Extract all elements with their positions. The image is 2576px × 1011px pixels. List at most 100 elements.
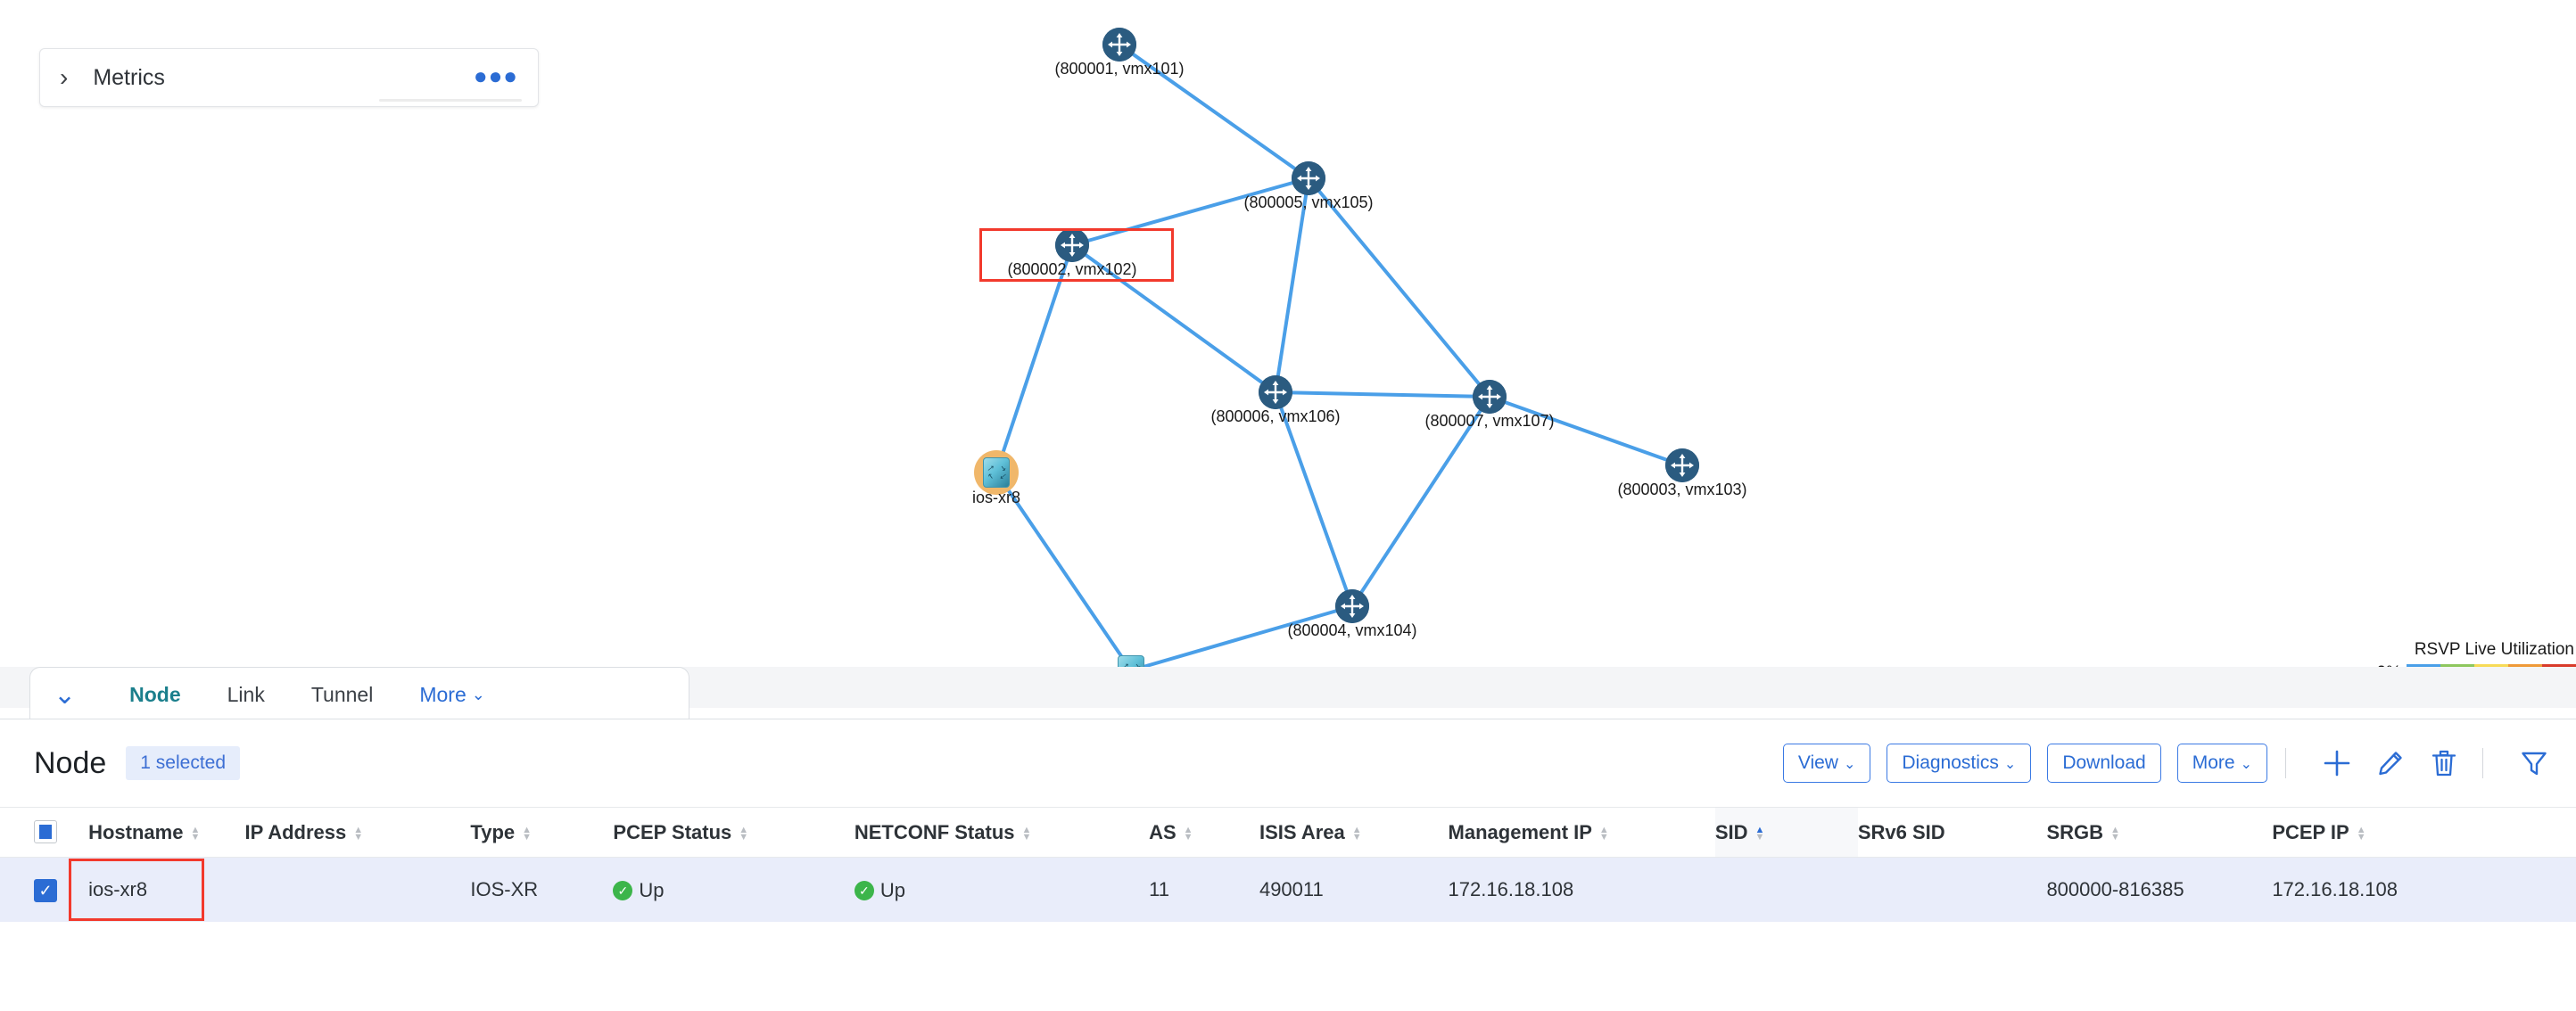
diagnostics-button[interactable]: Diagnostics⌄ (1887, 744, 2031, 783)
column-header-pcep-status[interactable]: PCEP Status ▲▼ (613, 808, 854, 858)
column-header-label: SRv6 SID (1858, 821, 1945, 843)
column-header-as[interactable]: AS ▲▼ (1149, 808, 1259, 858)
topology-node-800001-vmx101[interactable]: (800001, vmx101) (1102, 28, 1136, 62)
select-all-checkbox[interactable] (34, 820, 57, 843)
cell-hostname: ios-xr8 (88, 858, 244, 923)
tab-link[interactable]: Link (204, 668, 288, 723)
chevron-down-icon: ⌄ (1844, 757, 1855, 772)
column-header-label: Management IP (1449, 821, 1592, 843)
column-header-hostname[interactable]: Hostname▲▼ (88, 808, 244, 858)
node-table: Hostname▲▼IP Address▲▼Type▲▼PCEP Status ▲… (0, 807, 2576, 922)
chevron-down-icon[interactable]: ⌄ (54, 682, 76, 709)
tab-more[interactable]: More⌄ (396, 668, 498, 723)
panel-tabbar: ⌄ Node Link Tunnel More⌄ (29, 667, 689, 722)
tab-label: Tunnel (311, 683, 373, 707)
cell-management-ip: 172.16.18.108 (1449, 858, 1715, 923)
column-header-pcep-ip[interactable]: PCEP IP ▲▼ (2272, 808, 2576, 858)
check-circle-icon: ✓ (855, 881, 874, 900)
topology-node-label: (800003, vmx103) (1617, 481, 1746, 499)
column-header-label: PCEP IP (2272, 821, 2349, 843)
topology-node-800003-vmx103[interactable]: (800003, vmx103) (1665, 448, 1699, 482)
view-button[interactable]: View ⌄ (1783, 744, 1871, 783)
router-icon (1665, 448, 1699, 482)
topology-node-label: (800005, vmx105) (1243, 193, 1373, 212)
router-icon (1335, 589, 1369, 623)
topology-node-800005-vmx105[interactable]: (800005, vmx105) (1292, 161, 1325, 195)
topology-node-800007-vmx107[interactable]: (800007, vmx107) (1473, 380, 1507, 414)
column-header-management-ip[interactable]: Management IP ▲▼ (1449, 808, 1715, 858)
table-head: Hostname▲▼IP Address▲▼Type▲▼PCEP Status ▲… (0, 808, 2576, 858)
more-button[interactable]: More⌄ (2177, 744, 2267, 783)
sort-indicator-icon[interactable]: ▲▼ (739, 826, 748, 841)
metrics-card[interactable]: › Metrics ●●● (39, 48, 539, 107)
topology-link[interactable] (1490, 397, 1682, 465)
tab-label: Link (227, 683, 265, 707)
plus-icon[interactable] (2316, 743, 2357, 784)
button-label: View (1798, 752, 1838, 773)
column-header-label: PCEP Status (613, 821, 731, 843)
ellipsis-icon[interactable]: ●●● (474, 64, 518, 91)
table-body: ios-xr8IOS-XR✓Up✓Up11490011172.16.18.108… (0, 858, 2576, 923)
toolbar-divider (2482, 748, 2483, 778)
column-header-srv6-sid: SRv6 SID (1858, 808, 2047, 858)
chevron-right-icon[interactable]: › (60, 65, 68, 90)
node-table-container[interactable]: Hostname▲▼IP Address▲▼Type▲▼PCEP Status ▲… (0, 807, 2576, 1011)
sort-indicator-icon[interactable]: ▲▼ (1599, 826, 1609, 841)
topology-node-800006-vmx106[interactable]: (800006, vmx106) (1259, 375, 1292, 409)
topology-node-label: (800001, vmx101) (1054, 60, 1184, 78)
column-header-isis-area[interactable]: ISIS Area ▲▼ (1259, 808, 1449, 858)
topology-node-800004-vmx104[interactable]: (800004, vmx104) (1335, 589, 1369, 623)
tab-tunnel[interactable]: Tunnel (288, 668, 396, 723)
cell-value: 172.16.18.108 (1449, 878, 1574, 900)
cell-srgb: 800000-816385 (2046, 858, 2272, 923)
topology-link[interactable] (1276, 392, 1490, 397)
router-icon (1473, 380, 1507, 414)
rsvp-legend-title: RSVP Live Utilization (2377, 640, 2574, 660)
topology-node-800002-vmx102[interactable]: (800002, vmx102) (1055, 228, 1089, 262)
topology-link[interactable] (996, 245, 1072, 473)
bottom-panel: ⌄ NodeLinkTunnelMore⌄ Node 1 selected Vi… (0, 667, 2576, 1011)
sort-indicator-icon[interactable]: ▲▼ (522, 826, 532, 841)
cell-value: ios-xr8 (88, 878, 147, 900)
button-label: More (2192, 752, 2235, 773)
sort-indicator-icon[interactable]: ▲▼ (1755, 826, 1765, 841)
column-header-ip-address[interactable]: IP Address▲▼ (245, 808, 471, 858)
sort-indicator-icon[interactable]: ▲▼ (353, 826, 363, 841)
cell-value: 800000-816385 (2046, 878, 2184, 900)
sort-indicator-icon[interactable]: ▲▼ (1352, 826, 1362, 841)
cell-sid (1715, 858, 1858, 923)
cell-pcep-status: ✓Up (613, 858, 854, 923)
row-checkbox[interactable] (34, 879, 57, 902)
sort-indicator-icon[interactable]: ▲▼ (2110, 826, 2120, 841)
trash-icon[interactable] (2423, 743, 2465, 784)
column-header-label: ISIS Area (1259, 821, 1345, 843)
cell-netconf-status: ✓Up (855, 858, 1149, 923)
router-icon (1292, 161, 1325, 195)
download-button[interactable]: Download (2047, 744, 2160, 783)
column-header-srgb[interactable]: SRGB▲▼ (2046, 808, 2272, 858)
sort-indicator-icon[interactable]: ▲▼ (190, 826, 200, 841)
check-circle-icon: ✓ (613, 881, 632, 900)
cell-value: 172.16.18.108 (2272, 878, 2398, 900)
column-header-label: NETCONF Status (855, 821, 1015, 843)
column-header-type[interactable]: Type▲▼ (470, 808, 613, 858)
pencil-icon[interactable] (2370, 743, 2411, 784)
sort-indicator-icon[interactable]: ▲▼ (1022, 826, 1032, 841)
tab-node[interactable]: Node (106, 668, 204, 723)
filter-icon[interactable] (2514, 743, 2555, 784)
sort-indicator-icon[interactable]: ▲▼ (2357, 826, 2366, 841)
table-row[interactable]: ios-xr8IOS-XR✓Up✓Up11490011172.16.18.108… (0, 858, 2576, 923)
row-select-cell (0, 858, 88, 923)
router-icon (1055, 228, 1089, 262)
cell-type: IOS-XR (470, 858, 613, 923)
column-header-sid[interactable]: SID▲▼ (1715, 808, 1858, 858)
topology-node-label: (800006, vmx106) (1210, 407, 1340, 426)
sort-indicator-icon[interactable]: ▲▼ (1184, 826, 1193, 841)
column-header-netconf-status[interactable]: NETCONF Status ▲▼ (855, 808, 1149, 858)
button-label: Download (2062, 752, 2145, 773)
panel-header: Node 1 selected View⌄Diagnostics⌄Downloa… (0, 719, 2576, 807)
topology-node-ios-xr8[interactable]: ↗↘↖↙ios-xr8 (978, 455, 1014, 490)
cell-value: 490011 (1259, 878, 1324, 900)
column-header-label: AS (1149, 821, 1177, 843)
panel-toolbar: View ⌄ Diagnostics⌄ Download More⌄ (1767, 743, 2555, 784)
